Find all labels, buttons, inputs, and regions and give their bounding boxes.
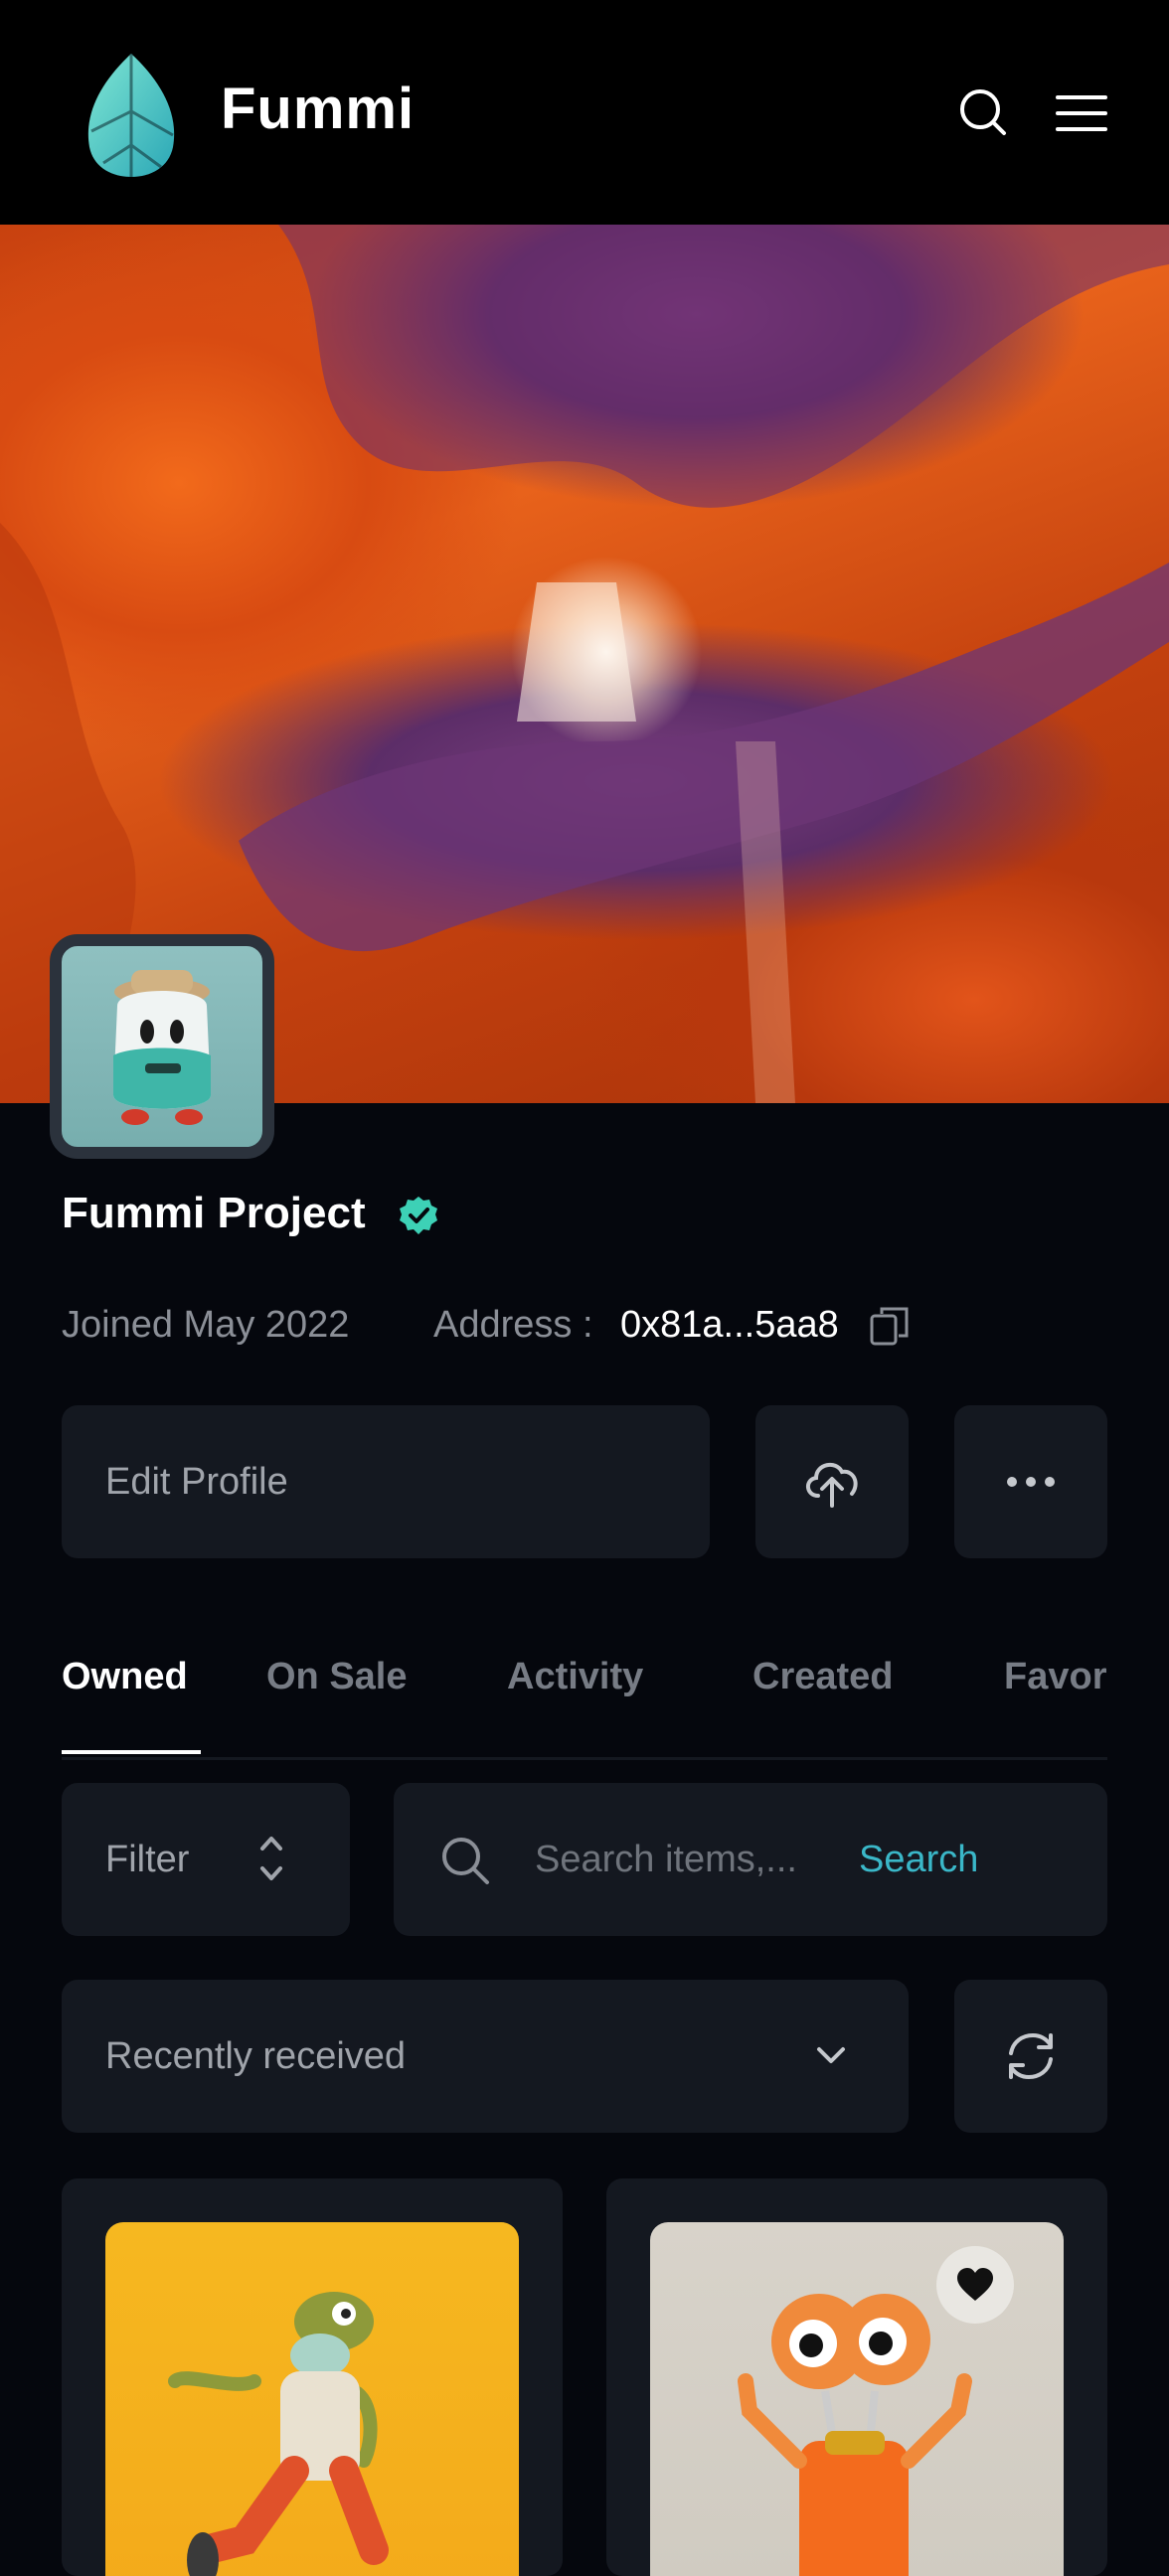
nft-card[interactable] xyxy=(606,2178,1107,2576)
active-tab-indicator xyxy=(62,1750,201,1754)
zombie-nft-image[interactable] xyxy=(105,2222,519,2576)
tab-on-sale[interactable]: On Sale xyxy=(266,1656,408,1698)
nft-card[interactable] xyxy=(62,2178,563,2576)
search-icon xyxy=(442,1838,489,1884)
edit-profile-label: Edit Profile xyxy=(105,1461,288,1503)
wallet-address[interactable]: 0x81a...5aa8 xyxy=(620,1304,839,1347)
hamburger-menu-icon[interactable] xyxy=(1054,91,1109,135)
orange-character-nft-image[interactable] xyxy=(650,2222,1064,2576)
joined-date: Joined May 2022 xyxy=(62,1304,350,1346)
sort-selected-label: Recently received xyxy=(105,2035,407,2077)
sort-dropdown[interactable]: Recently received xyxy=(62,1980,909,2133)
app-header: Fummi xyxy=(0,0,1169,225)
refresh-icon xyxy=(1009,2032,1053,2080)
tab-created[interactable]: Created xyxy=(752,1656,894,1698)
brand-name[interactable]: Fummi xyxy=(221,76,415,142)
copy-icon[interactable] xyxy=(869,1304,911,1348)
more-options-button[interactable] xyxy=(954,1405,1107,1558)
upload-button[interactable] xyxy=(755,1405,909,1558)
filter-label: Filter xyxy=(105,1839,190,1880)
heart-icon xyxy=(957,2268,993,2301)
verified-badge-icon xyxy=(400,1197,437,1234)
more-dots-icon xyxy=(1007,1477,1055,1487)
avatar[interactable] xyxy=(50,934,274,1159)
profile-name: Fummi Project xyxy=(62,1189,366,1237)
refresh-button[interactable] xyxy=(954,1980,1107,2133)
tab-owned[interactable]: Owned xyxy=(62,1656,188,1698)
address-label: Address : xyxy=(433,1304,593,1346)
search-input[interactable] xyxy=(535,1837,833,1882)
edit-profile-button[interactable]: Edit Profile xyxy=(62,1405,710,1558)
search-icon[interactable] xyxy=(956,85,1010,139)
leaf-gem-icon[interactable] xyxy=(82,52,181,179)
sort-arrows-icon xyxy=(260,1837,282,1880)
chevron-down-icon xyxy=(817,2047,845,2063)
cloud-upload-icon xyxy=(806,1462,858,1508)
tab-activity[interactable]: Activity xyxy=(507,1656,643,1698)
profile-tabs: Owned On Sale Activity Created Favor xyxy=(62,1650,1107,1760)
filter-button[interactable]: Filter xyxy=(62,1783,350,1936)
tab-favorites[interactable]: Favor xyxy=(1004,1656,1106,1698)
search-bar: Search xyxy=(394,1783,1107,1936)
favorite-button[interactable] xyxy=(936,2246,1014,2324)
search-button[interactable]: Search xyxy=(859,1839,978,1881)
